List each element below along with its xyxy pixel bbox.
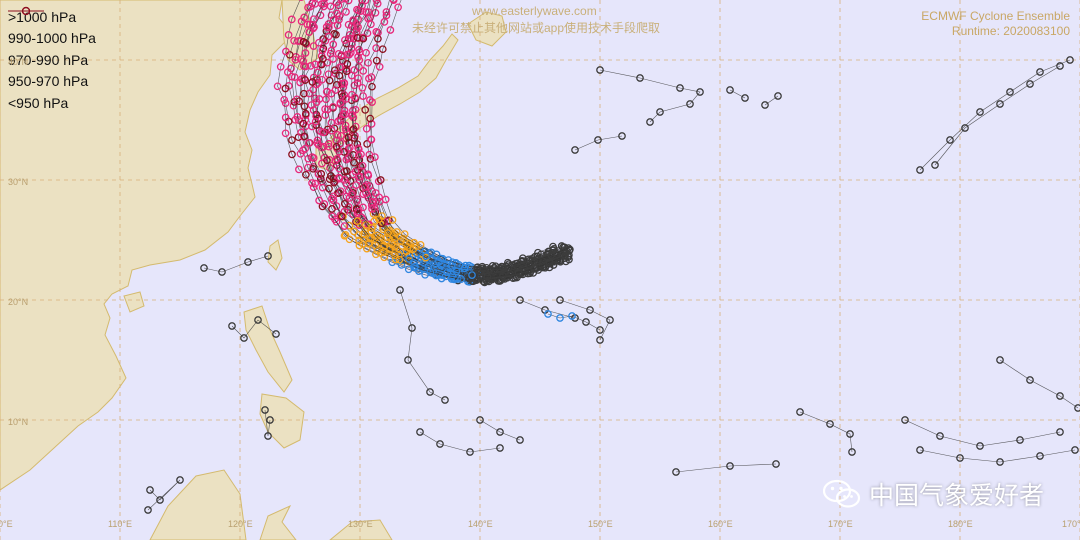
wechat-icon [822,479,861,509]
track-line [479,419,521,441]
map-title-runtime: Runtime: 2020083100 [951,24,1070,38]
sulawesi [259,504,297,540]
track-point [1074,404,1080,412]
track-line [675,463,777,473]
wechat-brand: 中国气象爱好者 [822,476,1044,512]
track-line [729,89,746,99]
map-title: ECMWF Cyclone Ensemble Runtime: 20200831… [921,9,1070,39]
taiwan [267,239,283,271]
map-canvas [0,0,1080,540]
ensemble-track [796,408,856,456]
legend-item-lt950: <950 hPa [8,6,96,114]
lon-label-160e: 160°E [708,519,733,529]
track-line [904,419,1061,447]
ensemble-track [761,92,782,109]
legend-item-990-1000: 990-1000 hPa [8,6,96,50]
track-line [999,359,1079,409]
legend-marker-lt950 [8,6,44,16]
lon-label-170e: 170°E [828,519,853,529]
lon-label-150e: 150°E [588,519,613,529]
ensemble-track [366,0,568,275]
cyclone-track-map: >1000 hPa 990-1000 hPa 970-990 hPa 950-9… [0,0,1080,540]
ensemble-track [931,62,1064,169]
track-line [764,95,779,106]
ensemble-track [672,460,780,476]
track-line [599,69,701,123]
track-line [799,411,853,453]
lat-label-20n: 20°N [8,297,29,307]
legend-label-lt950: <950 hPa [8,94,69,111]
lon-label-100e: 100°E [0,519,13,529]
watermark-url: www.easterlywave.com [472,4,597,18]
ensemble-track [901,416,1064,450]
legend-item-950-970: 950-970 hPa [8,6,96,93]
track-line [559,299,611,341]
philippines-luzon [243,305,293,393]
lon-label-170w: 170°W [1062,519,1080,529]
watermark-notice: 未经许可禁止其他网站或app使用技术手段爬取 [412,21,661,35]
lat-label-40n: 40°N [8,57,29,67]
ensemble-track [916,446,1079,466]
lat-label-30n: 30°N [8,177,29,187]
ensemble-track [556,296,614,344]
track-line [934,65,1061,166]
track-line [399,289,446,401]
legend-label-990-1000: 990-1000 hPa [8,30,96,47]
ensemble-track [200,252,272,276]
lat-label-10n: 10°N [8,417,29,427]
borneo [149,469,247,540]
ensemble-track [544,310,604,334]
lon-label-130e: 130°E [348,519,373,529]
ensemble-track [396,286,449,404]
ensemble-track [347,0,573,273]
ensemble-track [476,416,524,444]
track-line [919,59,1071,171]
ensemble-track [916,56,1074,174]
ensemble-track [726,86,749,102]
track-line [419,431,501,453]
ensemble-track [996,356,1080,412]
lon-label-180e: 180°E [948,519,973,529]
hainan [123,291,145,313]
ensemble-track [416,428,504,456]
lon-label-120e: 120°E [228,519,253,529]
brand-text: 中国气象爱好者 [868,482,1044,510]
legend-label-950-970: 950-970 hPa [8,73,89,90]
ensemble-track [596,66,704,126]
track-line [203,255,269,273]
lon-label-140e: 140°E [468,519,493,529]
ensemble-track [571,132,626,154]
map-title-line1: ECMWF Cyclone Ensemble [921,9,1070,23]
track-line [547,313,601,331]
lon-label-110e: 110°E [108,519,132,529]
